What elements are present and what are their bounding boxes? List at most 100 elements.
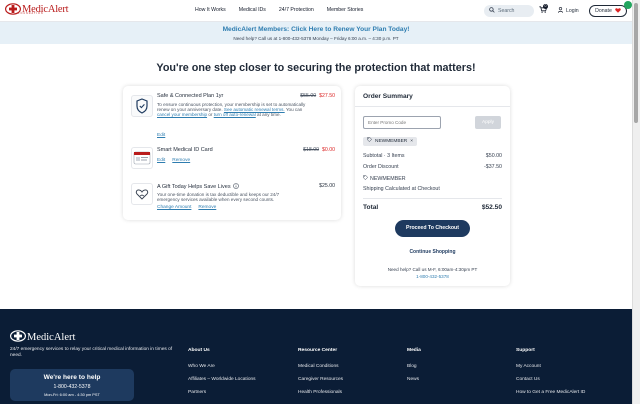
cart-item-price: $25.00: [319, 183, 335, 189]
donate-button[interactable]: Donate: [589, 5, 627, 17]
search-icon: [489, 7, 495, 15]
cart-item-name: Safe & Connected Plan 1yr: [157, 93, 224, 99]
footer-help-title: We're here to help: [43, 374, 101, 381]
renewal-text-4: at any time.: [257, 112, 281, 118]
footer-column-resources: Resource Center Medical Conditions Careg…: [298, 348, 343, 403]
change-amount-link[interactable]: Change Amount: [157, 205, 191, 210]
coupon-code: NEWMEMBER: [370, 175, 406, 182]
subtotal-value: $50.00: [485, 153, 502, 159]
nav-member-stories[interactable]: Member Stories: [327, 7, 364, 13]
tag-icon: [367, 137, 373, 146]
footer-link[interactable]: Partners: [188, 390, 256, 396]
footer-link[interactable]: Health Professionals: [298, 390, 343, 396]
renewal-text-2: You can: [285, 107, 303, 113]
login-link[interactable]: Login: [558, 6, 579, 15]
nav-protection[interactable]: 24/7 Protection: [279, 7, 314, 13]
cart-item-id-card: Smart Medical ID Card Edit Remove $18.00…: [123, 147, 341, 175]
extension-status-icon: [624, 1, 632, 9]
turn-off-auto-renewal-link[interactable]: turn off auto-renewal: [214, 112, 256, 117]
shipping-row: Shipping Calculated at Checkout: [363, 186, 502, 192]
site-footer: MedicAlert 24/7 emergency services to re…: [0, 309, 632, 404]
search-input[interactable]: Search: [484, 5, 534, 17]
cancel-membership-link[interactable]: cancel your membership: [157, 112, 207, 117]
scrollbar-thumb[interactable]: [634, 3, 638, 123]
gift-heart-icon: [131, 183, 153, 205]
summary-help-phone-link[interactable]: 1-800-432-5378: [355, 274, 510, 279]
cart-item-name-row: A Gift Today Helps Save Lives: [157, 183, 239, 191]
nav-how-it-works[interactable]: How It Works: [195, 7, 226, 13]
cart-item-name: Smart Medical ID Card: [157, 147, 213, 153]
cart-item-description: Your one-time donation is tax deductible…: [157, 192, 280, 203]
edit-plan-link[interactable]: Edit: [157, 133, 165, 138]
remove-id-card-link[interactable]: Remove: [172, 158, 190, 163]
summary-help-text: Need help? Call us M-F, 6:00am-4:30pm PT: [387, 267, 478, 272]
footer-column-about: About Us Who We Are Affiliates – Worldwi…: [188, 348, 256, 403]
continue-shopping-link[interactable]: Continue Shopping: [355, 249, 510, 255]
proceed-to-checkout-button[interactable]: Proceed To Checkout: [395, 220, 470, 237]
discount-row: Order Discount -$37.50: [363, 164, 502, 170]
renewal-banner: MedicAlert Members: Click Here to Renew …: [0, 22, 632, 44]
footer-link[interactable]: Caregiver Resources: [298, 377, 343, 383]
footer-help-hours: Mon-Fri: 6:00 am - 4:30 pm PST: [44, 392, 100, 397]
donation-price: $25.00: [319, 183, 335, 189]
order-summary-title: Order Summary: [363, 93, 413, 100]
footer-column-media: Media Blog News: [407, 348, 421, 390]
footer-link[interactable]: Contact Us: [516, 377, 585, 383]
tag-icon: [363, 175, 369, 182]
footer-link[interactable]: Medical Conditions: [298, 364, 343, 370]
total-label: Total: [363, 204, 379, 211]
footer-link[interactable]: My Account: [516, 364, 585, 370]
footer-logo[interactable]: MedicAlert: [9, 330, 76, 344]
nav-medical-ids[interactable]: Medical IDs: [239, 7, 266, 13]
original-price: $18.00: [303, 147, 320, 153]
footer-column-heading: Resource Center: [298, 348, 338, 353]
page-title: You're one step closer to securing the p…: [156, 62, 476, 74]
shipping-label: Shipping Calculated at Checkout: [363, 186, 440, 192]
footer-link[interactable]: How to Get a Free MedicAlert ID: [516, 390, 585, 396]
footer-column-support: Support My Account Contact Us How to Get…: [516, 348, 585, 403]
user-icon: [558, 6, 563, 15]
cart-icon: [539, 6, 548, 15]
search-placeholder: Search: [498, 8, 515, 14]
shield-icon: [131, 95, 153, 117]
remove-promo-icon[interactable]: ×: [410, 137, 413, 146]
renewal-banner-link[interactable]: MedicAlert Members: Click Here to Renew …: [0, 26, 632, 33]
remove-donation-link[interactable]: Remove: [198, 205, 216, 210]
footer-link[interactable]: Blog: [407, 364, 421, 370]
divider: [355, 106, 510, 107]
info-icon[interactable]: [232, 183, 239, 191]
total-value: $52.50: [481, 204, 502, 211]
footer-link[interactable]: News: [407, 377, 421, 383]
cart-item-actions: Edit Remove: [157, 158, 190, 163]
logo-subtext: FOUNDATION: [18, 12, 44, 15]
subtotal-label: Subtotal · 3 Items: [363, 153, 405, 159]
footer-link[interactable]: Affiliates – Worldwide Locations: [188, 377, 256, 383]
edit-id-card-link[interactable]: Edit: [157, 158, 165, 163]
divider: [363, 198, 502, 199]
checkout-page: MedicAlert FOUNDATION How It Works Medic…: [0, 0, 632, 404]
footer-column-heading: Media: [407, 348, 421, 353]
coupon-row: NEWMEMBER: [363, 175, 406, 182]
site-header: MedicAlert FOUNDATION How It Works Medic…: [0, 0, 632, 22]
sale-price: $27.50: [319, 93, 335, 99]
cart-item-price: $55.00 $27.50: [300, 93, 335, 99]
promo-tag-code: NEWMEMBER: [375, 139, 408, 144]
cart-button[interactable]: 0: [539, 4, 548, 15]
footer-column-heading: About Us: [188, 348, 210, 353]
renewal-banner-help-text: Need help? Call us at 1-800-432-5378 Mon…: [233, 36, 399, 41]
logo-emblem-icon: [9, 330, 27, 344]
promo-code-input[interactable]: [363, 116, 441, 129]
footer-tagline: 24/7 emergency services to relay your cr…: [10, 347, 173, 358]
footer-logo-text: MedicAlert: [27, 331, 76, 343]
cart-item-name: A Gift Today Helps Save Lives: [157, 184, 231, 190]
total-row: Total $52.50: [363, 204, 502, 211]
subtotal-row: Subtotal · 3 Items $50.00: [363, 153, 502, 159]
sale-price: $0.00: [322, 147, 335, 153]
cart-item-actions: Change Amount Remove: [157, 205, 216, 210]
footer-link[interactable]: Who We Are: [188, 364, 256, 370]
apply-promo-button[interactable]: Apply: [475, 116, 501, 129]
cart-items-card: Safe & Connected Plan 1yr To ensure cont…: [123, 86, 341, 220]
footer-column-heading: Support: [516, 348, 535, 353]
footer-help-phone[interactable]: 1-800-432-5378: [10, 384, 134, 390]
applied-promo-tag: NEWMEMBER ×: [363, 137, 418, 146]
